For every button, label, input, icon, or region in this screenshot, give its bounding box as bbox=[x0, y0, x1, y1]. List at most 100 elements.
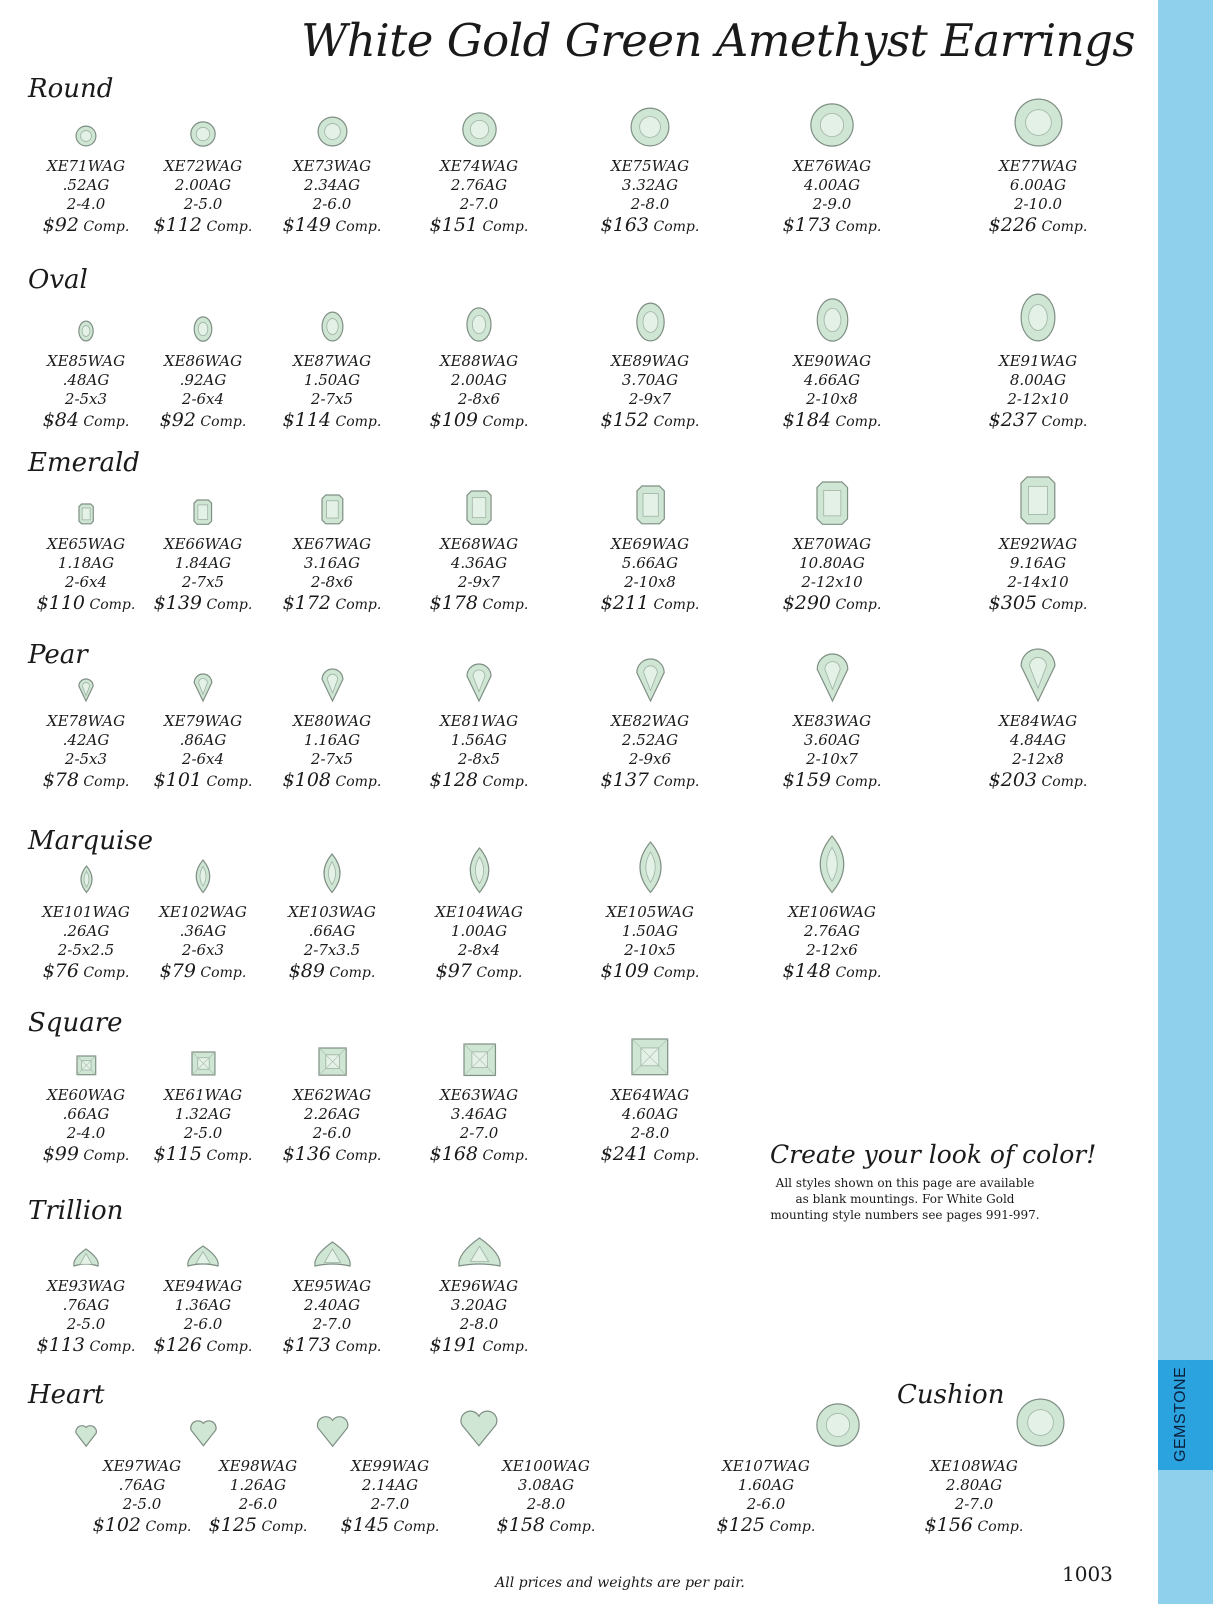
product-size: 2-6.0 bbox=[183, 1315, 223, 1333]
page-title: White Gold Green Amethyst Earrings bbox=[301, 14, 1135, 67]
round-earring-image bbox=[439, 108, 519, 151]
price-value: $125 bbox=[208, 1514, 258, 1536]
price-value: $149 bbox=[282, 214, 332, 236]
price-comp-label: Comp. bbox=[649, 414, 700, 430]
price-comp-label: Comp. bbox=[195, 965, 247, 981]
product-item: XE82WAG 2.52AG 2-9x6 $137 Comp. bbox=[590, 712, 710, 792]
product-item: XE65WAG 1.18AG 2-6x4 $110 Comp. bbox=[26, 535, 146, 615]
product-sku: XE70WAG bbox=[792, 535, 872, 553]
price-comp-label: Comp. bbox=[331, 1148, 382, 1164]
round-earring-image bbox=[292, 112, 372, 151]
product-item: XE74WAG 2.76AG 2-7.0 $151 Comp. bbox=[419, 157, 539, 237]
product-size: 2-7x5 bbox=[181, 573, 225, 591]
product-item: XE93WAG .76AG 2-5.0 $113 Comp. bbox=[26, 1277, 146, 1357]
price-value: $172 bbox=[282, 592, 332, 614]
product-item: XE106WAG 2.76AG 2-12x6 $148 Comp. bbox=[772, 903, 892, 983]
product-item: XE92WAG 9.16AG 2-14x10 $305 Comp. bbox=[978, 535, 1098, 615]
product-item: XE73WAG 2.34AG 2-6.0 $149 Comp. bbox=[272, 157, 392, 237]
price-value: $113 bbox=[36, 1334, 86, 1356]
product-item: XE70WAG 10.80AG 2-12x10 $290 Comp. bbox=[772, 535, 892, 615]
product-weight: 1.56AG bbox=[450, 731, 508, 749]
product-size: 2-4.0 bbox=[66, 1124, 106, 1142]
product-weight: 4.66AG bbox=[803, 371, 861, 389]
price-comp-label: Comp. bbox=[1037, 597, 1088, 613]
product-sku: XE104WAG bbox=[435, 903, 523, 921]
price-comp-label: Comp. bbox=[331, 597, 382, 613]
product-weight: .26AG bbox=[62, 922, 110, 940]
promo-text: All styles shown on this page are availa… bbox=[770, 1176, 1040, 1222]
product-price: $110 Comp. bbox=[26, 594, 146, 615]
price-value: $156 bbox=[924, 1514, 974, 1536]
cushion-earring-image bbox=[1000, 1394, 1080, 1451]
section-label-emerald: Emerald bbox=[28, 448, 140, 478]
footer-text: All prices and weights are per pair. bbox=[495, 1575, 745, 1591]
product-item: XE89WAG 3.70AG 2-9x7 $152 Comp. bbox=[590, 352, 710, 432]
product-item: XE85WAG .48AG 2-5x3 $84 Comp. bbox=[26, 352, 146, 432]
price-value: $163 bbox=[600, 214, 650, 236]
price-comp-label: Comp. bbox=[649, 219, 700, 235]
product-price: $172 Comp. bbox=[272, 594, 392, 615]
product-price: $152 Comp. bbox=[590, 411, 710, 432]
product-item: XE103WAG .66AG 2-7x3.5 $89 Comp. bbox=[272, 903, 392, 983]
price-value: $78 bbox=[42, 769, 79, 791]
pear-earring-image bbox=[792, 649, 872, 706]
product-size: 2-10.0 bbox=[1013, 195, 1062, 213]
product-item: XE87WAG 1.50AG 2-7x5 $114 Comp. bbox=[272, 352, 392, 432]
marquise-earring-image bbox=[439, 843, 519, 897]
product-size: 2-12x8 bbox=[1012, 750, 1064, 768]
price-comp-label: Comp. bbox=[1037, 219, 1088, 235]
product-size: 2-7x5 bbox=[310, 750, 354, 768]
product-price: $178 Comp. bbox=[419, 594, 539, 615]
heart-earring-image bbox=[163, 1412, 243, 1451]
price-comp-label: Comp. bbox=[478, 597, 529, 613]
price-value: $203 bbox=[988, 769, 1038, 791]
price-comp-label: Comp. bbox=[331, 774, 382, 790]
product-price: $290 Comp. bbox=[772, 594, 892, 615]
product-size: 2-8.0 bbox=[526, 1495, 566, 1513]
product-weight: 2.14AG bbox=[361, 1476, 419, 1494]
product-price: $203 Comp. bbox=[978, 771, 1098, 792]
round-earring-image bbox=[998, 94, 1078, 151]
price-comp-label: Comp. bbox=[78, 414, 130, 430]
price-comp-label: Comp. bbox=[389, 1519, 440, 1535]
product-price: $113 Comp. bbox=[26, 1336, 146, 1357]
product-item: XE76WAG 4.00AG 2-9.0 $173 Comp. bbox=[772, 157, 892, 237]
price-comp-label: Comp. bbox=[324, 965, 376, 981]
product-weight: 2.76AG bbox=[450, 176, 508, 194]
product-sku: XE63WAG bbox=[439, 1086, 519, 1104]
product-size: 2-9x7 bbox=[628, 390, 672, 408]
product-size: 2-7x3.5 bbox=[303, 941, 361, 959]
price-value: $125 bbox=[716, 1514, 766, 1536]
product-item: XE80WAG 1.16AG 2-7x5 $108 Comp. bbox=[272, 712, 392, 792]
product-weight: 3.08AG bbox=[517, 1476, 575, 1494]
product-size: 2-6.0 bbox=[746, 1495, 786, 1513]
oval-earring-image bbox=[998, 289, 1078, 346]
product-price: $305 Comp. bbox=[978, 594, 1098, 615]
product-size: 2-9x7 bbox=[457, 573, 501, 591]
emerald-earring-image bbox=[46, 499, 126, 529]
price-value: $114 bbox=[282, 409, 332, 431]
product-item: XE97WAG .76AG 2-5.0 $102 Comp. bbox=[82, 1457, 202, 1537]
product-size: 2-7.0 bbox=[459, 1124, 499, 1142]
trillion-earring-image bbox=[292, 1237, 372, 1271]
price-comp-label: Comp. bbox=[85, 1339, 136, 1355]
product-sku: XE86WAG bbox=[163, 352, 243, 370]
square-earring-image bbox=[610, 1034, 690, 1080]
price-comp-label: Comp. bbox=[831, 774, 882, 790]
product-sku: XE84WAG bbox=[998, 712, 1078, 730]
product-size: 2-7x5 bbox=[310, 390, 354, 408]
product-size: 2-7.0 bbox=[459, 195, 499, 213]
product-sku: XE72WAG bbox=[163, 157, 243, 175]
square-earring-image bbox=[439, 1039, 519, 1080]
price-comp-label: Comp. bbox=[78, 1148, 130, 1164]
product-weight: 3.46AG bbox=[450, 1105, 508, 1123]
product-weight: .92AG bbox=[179, 371, 227, 389]
square-earring-image bbox=[46, 1051, 126, 1080]
emerald-earring-image bbox=[163, 495, 243, 529]
product-weight: .76AG bbox=[118, 1476, 166, 1494]
product-size: 2-8x6 bbox=[457, 390, 501, 408]
oval-earring-image bbox=[792, 294, 872, 346]
product-sku: XE75WAG bbox=[610, 157, 690, 175]
product-weight: .36AG bbox=[179, 922, 227, 940]
product-sku: XE67WAG bbox=[292, 535, 372, 553]
